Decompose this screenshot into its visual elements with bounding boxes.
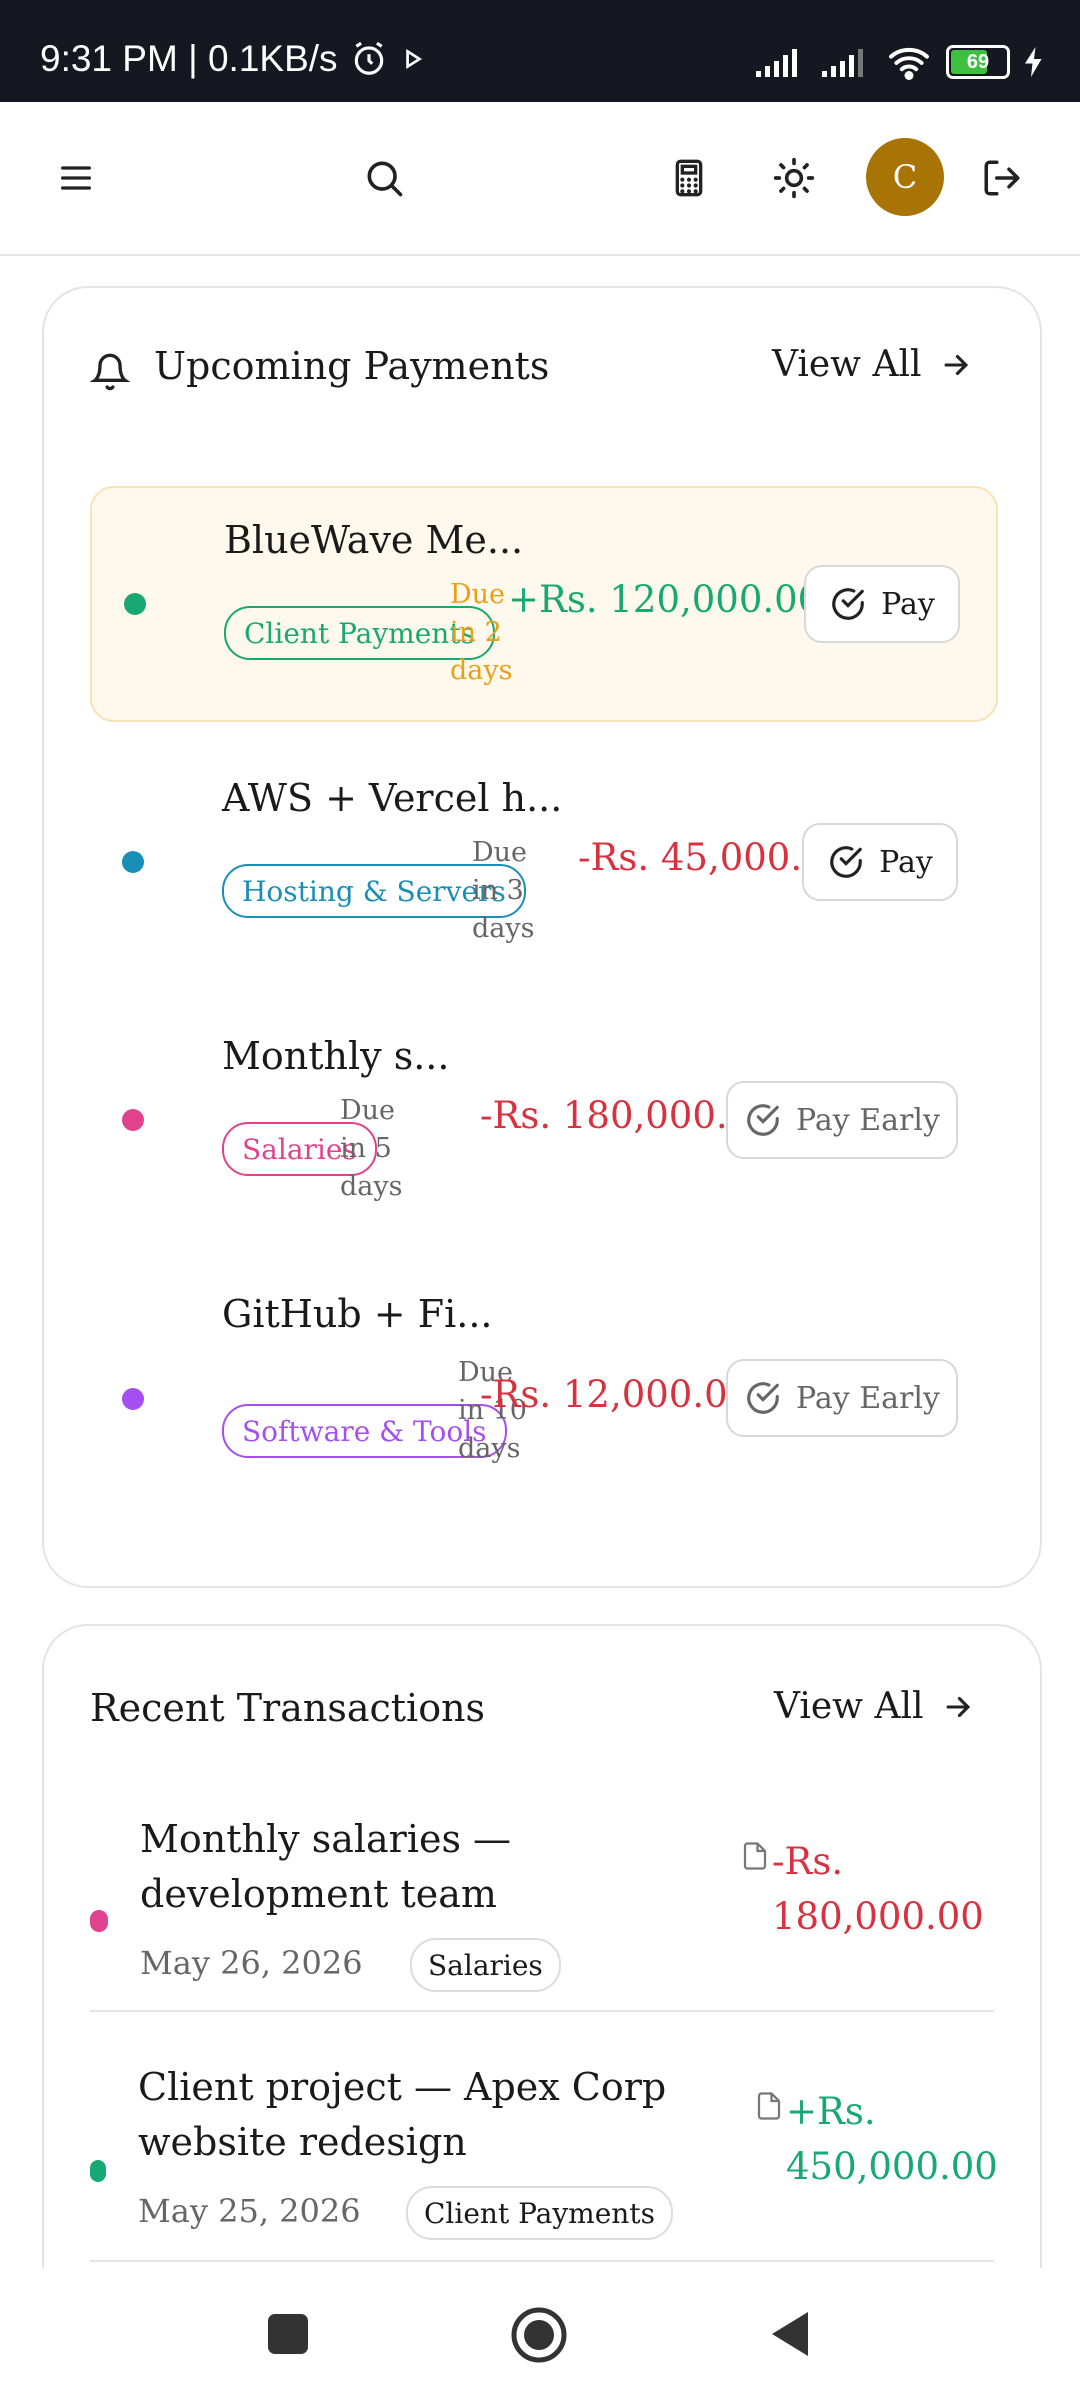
recents-button[interactable] <box>266 2312 310 2356</box>
upcoming-payment-item[interactable]: Monthly s... Salaries Due in 5 days -Rs.… <box>90 1002 994 1234</box>
pay-early-button[interactable]: Pay Early <box>726 1081 958 1159</box>
transaction-amount: -Rs. 180,000.00 <box>772 1840 984 1938</box>
calculator-icon <box>675 159 703 197</box>
transaction-name: Monthly salaries — development team <box>140 1817 512 1916</box>
search-button[interactable] <box>352 146 416 210</box>
status-right: 69 <box>754 44 1044 80</box>
menu-button[interactable] <box>44 146 108 210</box>
check-circle-icon <box>830 846 862 878</box>
recent-transactions-card: Recent Transactions View All Monthly sal… <box>42 1624 1042 2348</box>
theme-toggle-button[interactable] <box>762 146 826 210</box>
status-time-speed: 9:31 PM | 0.1KB/s <box>40 38 338 79</box>
transaction-date: May 25, 2026 <box>138 2192 361 2230</box>
transaction-name: Client project — Apex Corp website redes… <box>138 2065 667 2164</box>
status-dot <box>90 2160 106 2182</box>
category-badge: Salaries <box>410 1938 561 1992</box>
search-icon <box>367 161 403 197</box>
wifi-icon <box>889 47 929 80</box>
document-icon <box>757 2092 781 2120</box>
due-text: Due in 3 days <box>472 837 535 944</box>
status-dot <box>122 1109 144 1131</box>
upcoming-payments-title: Upcoming Payments <box>154 344 550 388</box>
status-dot <box>122 1388 144 1410</box>
payment-name: BlueWave Me... <box>224 518 524 562</box>
square-icon <box>268 2314 308 2354</box>
pay-button[interactable]: Pay <box>802 823 958 901</box>
menu-icon <box>61 166 92 190</box>
home-button[interactable] <box>510 2306 568 2364</box>
category-badge: Client Payments <box>406 2186 673 2240</box>
bell-icon <box>90 353 130 391</box>
upcoming-payment-item[interactable]: AWS + Vercel h... Hosting & Servers Due … <box>90 744 994 976</box>
pay-early-button[interactable]: Pay Early <box>726 1359 958 1437</box>
divider <box>90 2260 994 2262</box>
divider <box>90 2010 994 2012</box>
transaction-row[interactable]: Client project — Apex Corp website redes… <box>90 2065 998 2286</box>
upcoming-payments-card: Upcoming Payments View All BlueWave Me..… <box>42 286 1042 1588</box>
upcoming-payment-item[interactable]: BlueWave Me... Client Payments Due in 2 … <box>90 486 998 722</box>
system-navigation-bar <box>0 2268 1080 2400</box>
check-circle-icon <box>747 1382 779 1414</box>
upcoming-view-all-link[interactable]: View All <box>772 344 973 385</box>
recent-view-all-link[interactable]: View All <box>774 1686 975 1727</box>
due-text: Due in 5 days <box>340 1095 403 1202</box>
avatar-initial: C <box>892 158 918 196</box>
logout-icon <box>984 160 1020 196</box>
signal-icon-2 <box>822 49 863 77</box>
payment-name: GitHub + Fi... <box>222 1292 493 1336</box>
calculator-button[interactable] <box>657 146 721 210</box>
home-circle-icon <box>511 2307 567 2363</box>
payment-name: AWS + Vercel h... <box>222 776 563 820</box>
logout-button[interactable] <box>970 146 1034 210</box>
app-bar: C <box>0 102 1080 256</box>
alarm-icon <box>354 41 383 75</box>
document-icon <box>743 1842 767 1870</box>
check-circle-icon <box>832 588 864 620</box>
payment-amount: +Rs. 120,000.00 <box>508 578 822 621</box>
pay-button-label: Pay <box>879 844 933 880</box>
arrow-right-icon <box>944 354 969 375</box>
view-all-label: View All <box>774 1686 924 1727</box>
status-bar: 9:31 PM | 0.1KB/s 69 <box>0 0 1080 102</box>
status-left: 9:31 PM | 0.1KB/s <box>40 38 426 80</box>
pay-early-label: Pay Early <box>796 1380 940 1416</box>
back-triangle-icon <box>772 2312 808 2356</box>
battery-indicator: 69 <box>946 45 1010 79</box>
back-button[interactable] <box>768 2308 812 2360</box>
status-dot <box>122 851 144 873</box>
upcoming-payment-item[interactable]: GitHub + Fi... Software & Tools Due in 1… <box>90 1260 994 1522</box>
view-all-label: View All <box>772 344 922 385</box>
status-dot <box>124 593 146 615</box>
pay-early-label: Pay Early <box>796 1102 940 1138</box>
arrow-right-icon <box>946 1696 971 1717</box>
theme-toggle-icon <box>773 157 815 199</box>
payment-amount: -Rs. 12,000.00 <box>480 1373 752 1416</box>
transaction-date: May 26, 2026 <box>140 1944 363 1982</box>
avatar[interactable]: C <box>866 138 944 216</box>
recent-transactions-title: Recent Transactions <box>90 1686 486 1730</box>
check-circle-icon <box>747 1104 779 1136</box>
signal-icon <box>756 49 797 77</box>
pay-button[interactable]: Pay <box>804 565 960 643</box>
pay-button-label: Pay <box>881 586 935 622</box>
battery-level: 69 <box>966 50 990 73</box>
payment-name: Monthly s... <box>222 1034 450 1078</box>
charging-icon <box>1025 47 1042 77</box>
transaction-row[interactable]: Monthly salaries — development team May … <box>90 1816 994 2036</box>
transaction-amount: +Rs. 450,000.00 <box>786 2090 998 2188</box>
play-icon <box>405 48 422 70</box>
status-dot <box>90 1910 108 1932</box>
